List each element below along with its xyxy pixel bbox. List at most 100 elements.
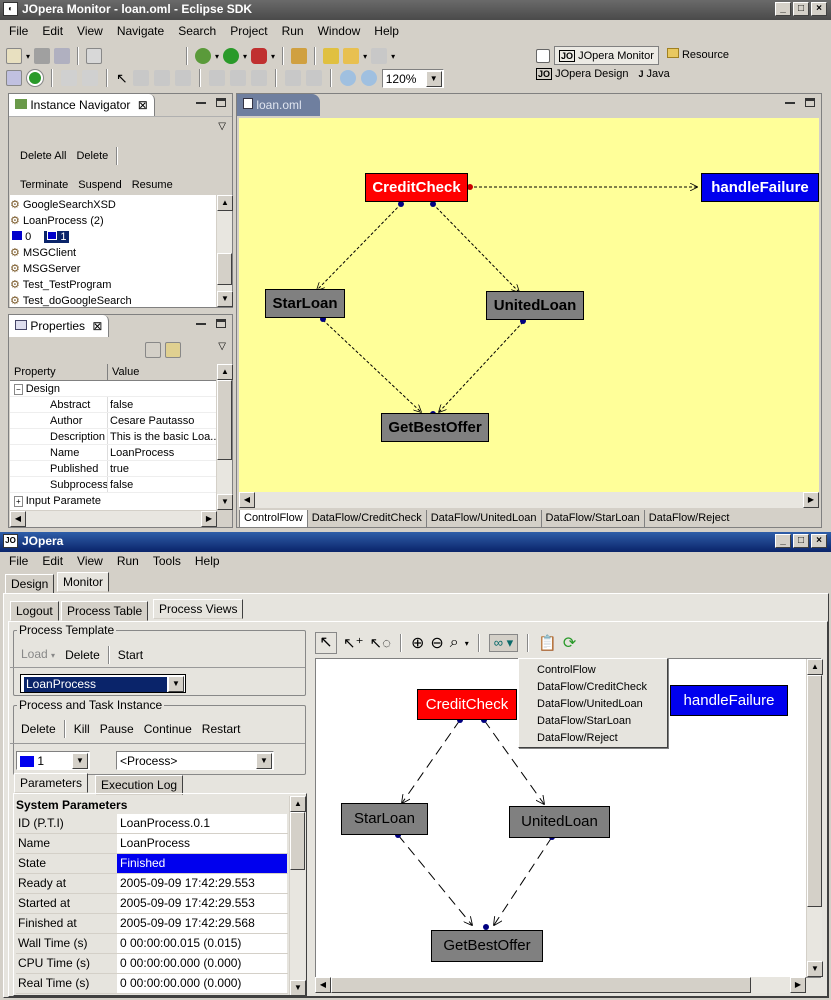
maximize-button[interactable]: □ xyxy=(793,2,809,16)
parameter-value[interactable]: LoanProcess.0.1 xyxy=(117,814,287,833)
maximize-view-icon[interactable] xyxy=(805,98,815,107)
minimize-button[interactable]: _ xyxy=(775,2,791,16)
zoom-out-icon[interactable] xyxy=(360,70,377,86)
editor-hscrollbar[interactable]: ◀ ▶ xyxy=(239,492,819,508)
instance-select[interactable]: 1 ▼ xyxy=(16,751,90,770)
align-bottom-icon[interactable] xyxy=(250,70,267,86)
perspective-jopera-design[interactable]: JO JOpera Design xyxy=(536,68,628,80)
close-icon[interactable]: ⊠ xyxy=(138,98,148,112)
menu-file[interactable]: File xyxy=(2,24,35,38)
monitor-hscrollbar[interactable]: ◀ ▶ xyxy=(315,977,806,993)
monitor-icon[interactable] xyxy=(6,70,22,86)
tree-item[interactable]: ⚙ GoogleSearchXSD xyxy=(10,197,217,213)
marquee-select-icon[interactable]: ↖◌ xyxy=(370,634,391,652)
property-row[interactable]: Published true xyxy=(10,461,217,477)
menu-edit[interactable]: Edit xyxy=(35,554,70,568)
editor-tab[interactable]: loan.oml xyxy=(237,94,320,116)
node-creditcheck[interactable]: CreditCheck xyxy=(417,689,517,720)
parameter-value[interactable]: 0 00:00:00.000 (0.000) xyxy=(117,954,287,973)
tree-item[interactable]: ⚙ Test_TestProgram xyxy=(10,277,217,293)
tab-design[interactable]: Design xyxy=(5,574,55,594)
scroll-left-icon[interactable]: ◀ xyxy=(315,977,331,993)
tab-process-views[interactable]: Process Views xyxy=(153,599,244,619)
property-group-input[interactable]: + Input Paramete xyxy=(10,493,217,509)
maximize-view-icon[interactable] xyxy=(216,98,226,107)
menu-search[interactable]: Search xyxy=(171,24,223,38)
scroll-down-icon[interactable]: ▼ xyxy=(217,291,233,307)
zoom-in-icon[interactable] xyxy=(339,70,356,86)
menu-window[interactable]: Window xyxy=(311,24,368,38)
tab-parameters[interactable]: Parameters xyxy=(14,773,89,793)
node-starloan[interactable]: StarLoan xyxy=(265,289,345,318)
menu-project[interactable]: Project xyxy=(223,24,274,38)
scroll-thumb[interactable] xyxy=(331,977,751,993)
start-button[interactable]: Start xyxy=(113,646,148,664)
menu-file[interactable]: File xyxy=(2,554,35,568)
suspend-button[interactable]: Suspend xyxy=(73,176,126,194)
property-value[interactable]: true xyxy=(108,461,216,476)
instance-delete-button[interactable]: Delete xyxy=(16,720,61,738)
value-column-header[interactable]: Value xyxy=(108,364,139,380)
pause-button[interactable]: Pause xyxy=(95,720,139,738)
scroll-up-icon[interactable]: ▲ xyxy=(217,195,233,211)
menu-item-dataflow-reject[interactable]: DataFlow/Reject xyxy=(519,730,667,747)
scroll-left-icon[interactable]: ◀ xyxy=(10,511,26,527)
align-left-icon[interactable] xyxy=(132,70,149,86)
close-icon[interactable]: ⊠ xyxy=(92,319,102,333)
scroll-left-icon[interactable]: ◀ xyxy=(239,492,255,508)
select-pointer-icon[interactable]: ↖ xyxy=(315,632,337,654)
tree-item[interactable]: ⚙ MSGClient xyxy=(10,245,217,261)
tab-monitor[interactable]: Monitor xyxy=(57,572,110,592)
node-unitedloan[interactable]: UnitedLoan xyxy=(486,291,584,320)
parameter-value[interactable]: 0 00:00:00.000 (0.000) xyxy=(117,974,287,993)
diagram-canvas[interactable]: CreditCheck handleFailure StarLoan Unite… xyxy=(239,118,819,492)
restore-default-icon[interactable] xyxy=(185,342,201,358)
menu-run[interactable]: Run xyxy=(275,24,311,38)
continue-button[interactable]: Continue xyxy=(139,720,197,738)
delete-all-button[interactable]: Delete All xyxy=(15,147,71,165)
terminate-button[interactable]: Terminate xyxy=(15,176,73,194)
perspective-resource[interactable]: Resource xyxy=(663,46,733,65)
pin-icon[interactable] xyxy=(291,48,308,64)
minimize-view-icon[interactable] xyxy=(196,319,206,325)
last-edit-icon[interactable] xyxy=(323,48,340,64)
chevron-down-icon[interactable]: ▼ xyxy=(72,753,88,769)
close-button[interactable]: × xyxy=(811,534,827,548)
menu-help[interactable]: Help xyxy=(188,554,227,568)
parameter-value[interactable]: LoanProcess xyxy=(117,834,287,853)
restart-button[interactable]: Restart xyxy=(197,720,246,738)
property-row[interactable]: Author Cesare Pautasso xyxy=(10,413,217,429)
view-select-icon[interactable]: ∞ ▾ xyxy=(488,634,519,652)
menu-item-dataflow-unitedloan[interactable]: DataFlow/UnitedLoan xyxy=(519,696,667,713)
property-value[interactable]: This is the basic Loa... xyxy=(108,429,216,444)
scroll-down-icon[interactable]: ▼ xyxy=(807,961,823,977)
kill-button[interactable]: Kill xyxy=(69,720,95,738)
align-top-icon[interactable] xyxy=(208,70,225,86)
scroll-right-icon[interactable]: ▶ xyxy=(790,977,806,993)
menu-view[interactable]: View xyxy=(70,24,110,38)
scroll-up-icon[interactable]: ▲ xyxy=(290,796,306,812)
menu-edit[interactable]: Edit xyxy=(35,24,70,38)
refresh-icon[interactable]: ⟳ xyxy=(563,633,576,653)
zoom-out-icon[interactable]: ⊖ xyxy=(430,633,443,653)
perspective-jopera-monitor[interactable]: JO JOpera Monitor xyxy=(554,46,659,65)
parameter-value[interactable]: 2005-09-09 17:42:29.568 xyxy=(117,914,287,933)
template-select[interactable]: LoanProcess ▼ xyxy=(20,674,186,693)
chevron-down-icon[interactable]: ▼ xyxy=(256,753,272,769)
menu-navigate[interactable]: Navigate xyxy=(110,24,171,38)
tab-dataflow-starloan[interactable]: DataFlow/StarLoan xyxy=(542,510,645,528)
property-value[interactable]: false xyxy=(108,397,216,412)
resume-button[interactable]: Resume xyxy=(127,176,178,194)
print-icon[interactable] xyxy=(54,48,71,64)
binary-icon[interactable] xyxy=(86,48,103,64)
minimize-button[interactable]: _ xyxy=(775,534,791,548)
debug-dropdown-icon[interactable]: ▾ xyxy=(215,52,219,61)
align-right-icon[interactable] xyxy=(174,70,191,86)
ext-dropdown-icon[interactable]: ▾ xyxy=(271,52,275,61)
maximize-view-icon[interactable] xyxy=(216,319,226,328)
tab-execution-log[interactable]: Execution Log xyxy=(95,775,184,795)
back-arrow-icon[interactable] xyxy=(343,48,360,64)
parameter-value[interactable]: 0 00:00:00.015 (0.015) xyxy=(117,934,287,953)
back-dropdown-icon[interactable]: ▾ xyxy=(363,52,367,61)
scroll-up-icon[interactable]: ▲ xyxy=(807,659,823,675)
